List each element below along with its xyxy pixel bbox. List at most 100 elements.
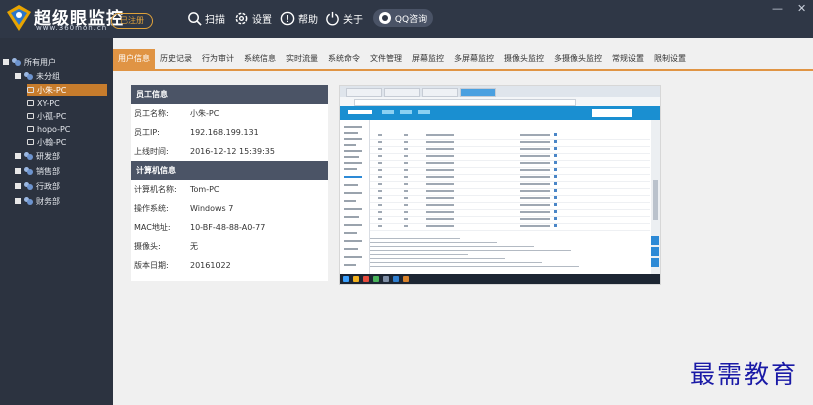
preview-float-button [651, 258, 659, 267]
computer-icon [27, 87, 34, 93]
version-value: 20161022 [190, 261, 231, 270]
info-row: 版本日期: 20161022 [131, 256, 328, 275]
expand-icon [15, 73, 21, 79]
qq-consult-button[interactable]: QQ咨询 [373, 9, 433, 27]
tree-root[interactable]: 所有用户 [3, 56, 56, 68]
tree-pc-item[interactable]: 小翰-PC [27, 136, 66, 148]
preview-log-line [370, 238, 460, 239]
svg-text:!: ! [286, 13, 290, 24]
expand-icon [15, 168, 21, 174]
scan-icon [188, 11, 202, 26]
tree-group-sales[interactable]: 销售部 [15, 165, 60, 177]
employee-name: 小朱-PC [190, 109, 220, 118]
tab-multi-camera[interactable]: 多摄像头监控 [549, 49, 607, 69]
info-row: MAC地址: 10-BF-48-88-A0-77 [131, 218, 328, 237]
tree-pc-label: XY-PC [37, 98, 60, 108]
field-label: 版本日期: [134, 261, 169, 270]
tree-pc-item[interactable]: 小孤-PC [27, 110, 66, 122]
main-panel: 用户信息 历史记录 行为审计 系统信息 实时流量 系统命令 文件管理 屏幕监控 … [113, 38, 813, 405]
tab-camera[interactable]: 摄像头监控 [499, 49, 549, 69]
tree-group-finance[interactable]: 财务部 [15, 195, 60, 207]
tab-restrictions[interactable]: 限制设置 [649, 49, 691, 69]
tree-group-label: 行政部 [36, 181, 60, 191]
computer-icon [27, 100, 34, 106]
about-button[interactable]: 关于 [325, 9, 363, 27]
tree-pc-item[interactable]: hopo-PC [27, 123, 70, 135]
app-site: www.360mon.cn [36, 24, 108, 32]
tab-multi-screen[interactable]: 多屏幕监控 [449, 49, 499, 69]
tab-screen[interactable]: 屏幕监控 [407, 49, 449, 69]
preview-log-line [370, 258, 505, 259]
info-icon [326, 11, 339, 25]
tree-group-admin[interactable]: 行政部 [15, 180, 60, 192]
employee-ip: 192.168.199.131 [190, 128, 259, 137]
help-icon: ! [280, 11, 295, 25]
expand-icon [15, 183, 21, 189]
tab-bar: 用户信息 历史记录 行为审计 系统信息 实时流量 系统命令 文件管理 屏幕监控 … [113, 49, 813, 69]
tab-general-settings[interactable]: 常规设置 [607, 49, 649, 69]
preview-float-button [651, 247, 659, 256]
preview-log-line [370, 262, 542, 263]
tab-command[interactable]: 系统命令 [323, 49, 365, 69]
info-row: 计算机名称: Tom-PC [131, 180, 328, 199]
qq-label: QQ咨询 [394, 14, 428, 25]
preview-side-menu [340, 120, 370, 274]
expand-icon [3, 59, 9, 65]
tab-history[interactable]: 历史记录 [155, 49, 197, 69]
group-icon [24, 72, 33, 80]
preview-browser-tabs [340, 86, 660, 97]
help-label: 帮助 [298, 14, 318, 26]
group-icon [24, 197, 33, 205]
tab-user-info[interactable]: 用户信息 [113, 49, 155, 69]
logo-icon [7, 5, 31, 31]
preview-log-line [370, 250, 571, 251]
expand-icon [15, 153, 21, 159]
user-tree: 所有用户 未分组 小朱-PC XY-PC 小孤-PC hopo-PC 小翰-PC… [0, 38, 113, 405]
tree-group-label: 财务部 [36, 196, 60, 206]
minimize-button[interactable]: — [772, 2, 783, 15]
tree-group-label: 销售部 [36, 166, 60, 176]
group-icon [12, 58, 21, 66]
tree-group-ungrouped[interactable]: 未分组 [15, 70, 60, 82]
tree-group-label: 未分组 [36, 71, 60, 81]
field-label: 摄像头: [134, 242, 161, 251]
tree-root-label: 所有用户 [24, 57, 56, 67]
os-value: Windows 7 [190, 204, 234, 213]
field-label: 上线时间: [134, 147, 169, 156]
about-label: 关于 [343, 14, 363, 26]
tab-audit[interactable]: 行为审计 [197, 49, 239, 69]
mac-value: 10-BF-48-88-A0-77 [190, 223, 266, 232]
field-label: 计算机名称: [134, 185, 177, 194]
computer-icon [27, 113, 34, 119]
camera-value: 无 [190, 242, 198, 251]
preview-log-line [370, 266, 579, 267]
info-row: 员工IP: 192.168.199.131 [131, 123, 328, 142]
tree-pc-label: 小朱-PC [37, 85, 67, 95]
group-icon [24, 152, 33, 160]
tab-system-info[interactable]: 系统信息 [239, 49, 281, 69]
tree-group-label: 研发部 [36, 151, 60, 161]
tree-pc-label: 小孤-PC [37, 111, 67, 121]
scan-button[interactable]: 扫描 [187, 9, 225, 27]
field-label: 操作系统: [134, 204, 169, 213]
settings-button[interactable]: 设置 [234, 9, 272, 27]
tab-files[interactable]: 文件管理 [365, 49, 407, 69]
tab-traffic[interactable]: 实时流量 [281, 49, 323, 69]
preview-row [370, 223, 650, 231]
info-card: 员工信息 员工名称: 小朱-PC 员工IP: 192.168.199.131 上… [131, 85, 328, 281]
field-label: MAC地址: [134, 223, 171, 232]
title-bar: 超级眼监控 www.360mon.cn 已注册 扫描 设置 ! 帮助 关于 QQ… [0, 0, 813, 38]
tree-pc-item[interactable]: 小朱-PC [27, 84, 107, 96]
help-button[interactable]: ! 帮助 [280, 9, 318, 27]
tree-pc-item[interactable]: XY-PC [27, 97, 60, 109]
tree-group-rd[interactable]: 研发部 [15, 150, 60, 162]
scan-label: 扫描 [205, 14, 225, 26]
computer-icon [27, 126, 34, 132]
employee-section-title: 员工信息 [131, 85, 328, 104]
online-time: 2016-12-12 15:39:35 [190, 147, 275, 156]
preview-log-line [370, 246, 534, 247]
close-button[interactable]: ✕ [797, 2, 806, 15]
gear-icon [235, 12, 248, 24]
screen-preview[interactable] [339, 85, 661, 285]
computer-section-title: 计算机信息 [131, 161, 328, 180]
